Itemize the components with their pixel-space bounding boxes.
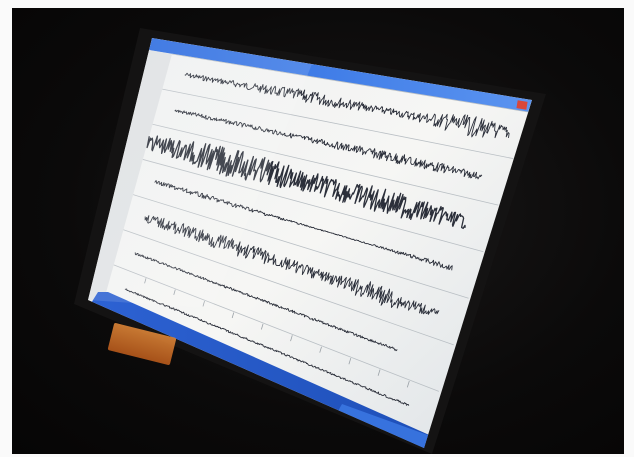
monitor-screen bbox=[74, 28, 546, 454]
photo-frame bbox=[0, 0, 634, 457]
window-close-button[interactable] bbox=[516, 100, 528, 110]
monitor-photo bbox=[12, 8, 624, 454]
